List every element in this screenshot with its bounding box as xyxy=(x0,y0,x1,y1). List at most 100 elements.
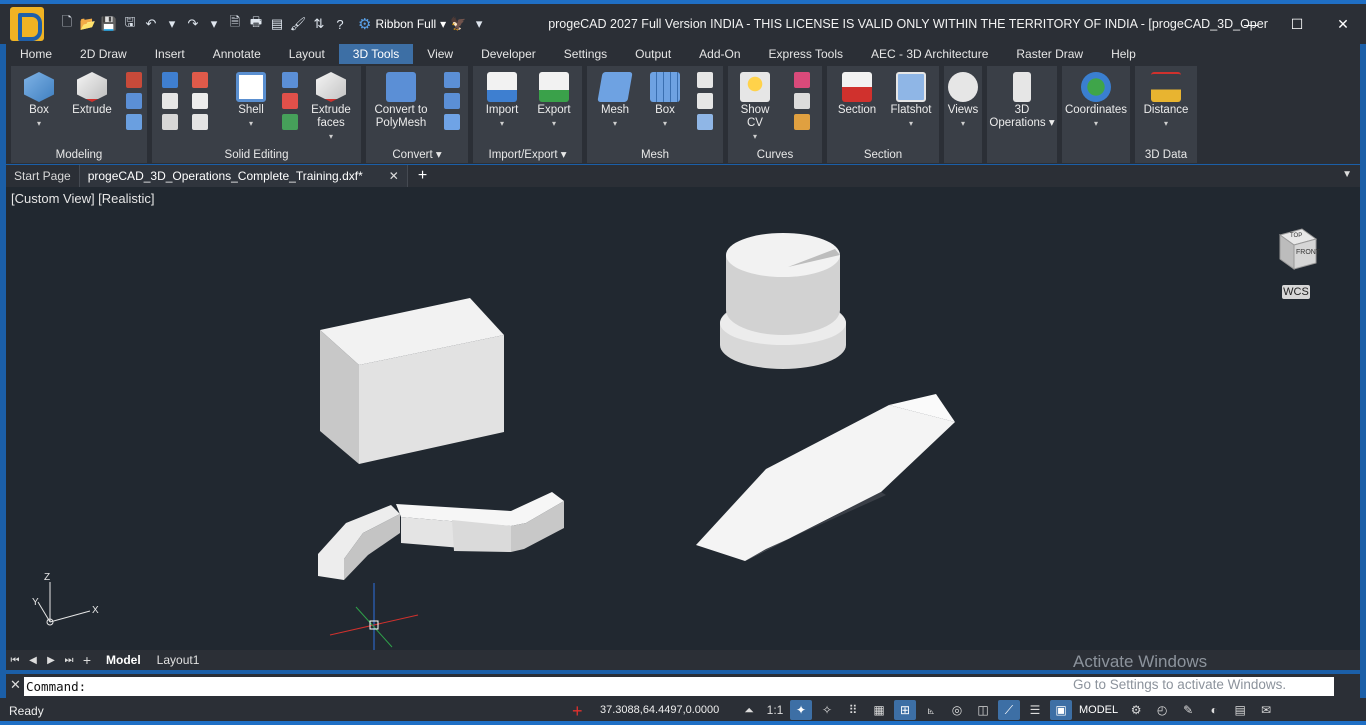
sweep-icon[interactable] xyxy=(126,93,142,109)
tab-insert[interactable]: Insert xyxy=(141,44,199,64)
clean-icon[interactable] xyxy=(282,93,298,109)
tab-layout1[interactable]: Layout1 xyxy=(151,653,206,667)
grid-icon[interactable]: ▦ xyxy=(868,700,890,720)
union-icon[interactable] xyxy=(162,72,178,88)
tab-output[interactable]: Output xyxy=(621,44,685,64)
slice-icon[interactable] xyxy=(192,72,208,88)
add-cv-icon[interactable] xyxy=(794,72,810,88)
isolate-objects-icon[interactable]: ◐ xyxy=(1203,700,1225,720)
convert-solid-icon[interactable] xyxy=(444,72,460,88)
separate-icon[interactable] xyxy=(192,114,208,130)
wcs-menu[interactable]: WCS xyxy=(1282,285,1310,299)
maximize-button[interactable]: ☐ xyxy=(1274,4,1320,44)
annotation-scale-icon[interactable]: ⏶ xyxy=(738,700,760,720)
properties-icon[interactable]: ▤ xyxy=(268,15,286,33)
mesh-refine-icon[interactable] xyxy=(697,93,713,109)
undo-icon[interactable]: ↶ xyxy=(142,15,160,33)
close-button[interactable]: ✕ xyxy=(1320,4,1366,44)
tab-annotate[interactable]: Annotate xyxy=(199,44,275,64)
tab-view[interactable]: View xyxy=(413,44,467,64)
revolve-icon[interactable] xyxy=(126,72,142,88)
flatshot-button[interactable]: Flatshot ▾ xyxy=(885,72,937,130)
quick-properties-icon[interactable]: ▣ xyxy=(1050,700,1072,720)
auto-scale-icon[interactable]: ✦ xyxy=(790,700,812,720)
scale-value[interactable]: 1:1 xyxy=(764,700,786,720)
polar-icon[interactable]: ⦝ xyxy=(920,700,942,720)
intersect-icon[interactable] xyxy=(162,114,178,130)
prev-layout-icon[interactable]: ◀ xyxy=(24,655,42,666)
tab-menu-icon[interactable]: ▼ xyxy=(1342,169,1352,180)
views-button[interactable]: Views ▾ xyxy=(946,72,980,130)
ribbon-mode-selector[interactable]: ⚙ Ribbon Full ▾ xyxy=(358,15,446,33)
customization-icon[interactable]: ▤ xyxy=(1229,700,1251,720)
close-tab-icon[interactable]: ✕ xyxy=(389,169,399,183)
wedge-solid[interactable] xyxy=(696,394,955,561)
new-tab-button[interactable]: + xyxy=(418,167,427,185)
tab-model[interactable]: Model xyxy=(100,653,147,667)
model-space-toggle[interactable]: MODEL xyxy=(1076,704,1121,716)
osnap-icon[interactable]: ◎ xyxy=(946,700,968,720)
3d-operations-button[interactable]: 3D Operations ▾ xyxy=(989,72,1055,130)
tab-home[interactable]: Home xyxy=(6,44,66,64)
open-folder-icon[interactable]: 📂 xyxy=(79,15,97,33)
clock-icon[interactable]: ◴ xyxy=(1151,700,1173,720)
new-file-icon[interactable]: 🗋 xyxy=(58,14,76,33)
tab-drawing-file[interactable]: progeCAD_3D_Operations_Complete_Training… xyxy=(79,165,408,187)
annotation-visibility-icon[interactable]: ✧ xyxy=(816,700,838,720)
mesh-box-button[interactable]: Box ▾ xyxy=(643,72,687,130)
dynamic-ucs-icon[interactable]: ⟋ xyxy=(998,700,1020,720)
subtract-icon[interactable] xyxy=(162,93,178,109)
pen-icon[interactable]: ✎ xyxy=(1177,700,1199,720)
convert-mesh-icon[interactable] xyxy=(444,114,460,130)
brush-icon[interactable]: 🖌 xyxy=(289,15,307,33)
redo-dropdown-icon[interactable]: ▾ xyxy=(205,15,223,33)
convert-surface-icon[interactable] xyxy=(444,93,460,109)
undo-dropdown-icon[interactable]: ▾ xyxy=(163,15,181,33)
panel-title-convert[interactable]: Convert ▾ xyxy=(366,147,468,161)
mesh-smooth-icon[interactable] xyxy=(697,72,713,88)
coordinates-button[interactable]: Coordinates ▾ xyxy=(1064,72,1128,130)
save-as-icon[interactable]: 🖫 xyxy=(121,14,139,33)
extrude-faces-button[interactable]: Extrude faces ▾ xyxy=(304,72,358,143)
loft-icon[interactable] xyxy=(126,114,142,130)
extruded-path-solid[interactable] xyxy=(318,492,564,580)
tab-express-tools[interactable]: Express Tools xyxy=(755,44,857,64)
tab-settings[interactable]: Settings xyxy=(550,44,621,64)
close-command-icon[interactable]: ✕ xyxy=(10,677,21,693)
save-icon[interactable]: 💾 xyxy=(100,15,118,33)
help-icon[interactable]: ? xyxy=(331,15,349,33)
import-button[interactable]: Import ▾ xyxy=(477,72,527,130)
viewcube-front-label[interactable]: FRONT xyxy=(1296,249,1320,256)
tab-add-on[interactable]: Add-On xyxy=(685,44,754,64)
remove-cv-icon[interactable] xyxy=(794,93,810,109)
lineweight-icon[interactable]: ☰ xyxy=(1024,700,1046,720)
otrack-icon[interactable]: ◫ xyxy=(972,700,994,720)
viewcube-top-label[interactable]: TOP xyxy=(1290,233,1302,239)
imprint-icon[interactable] xyxy=(282,72,298,88)
tab-developer[interactable]: Developer xyxy=(467,44,550,64)
tab-layout[interactable]: Layout xyxy=(275,44,339,64)
redo-icon[interactable]: ↷ xyxy=(184,15,202,33)
tab-help[interactable]: Help xyxy=(1097,44,1150,64)
show-cv-button[interactable]: Show CV ▾ xyxy=(732,72,778,143)
preview-icon[interactable]: 🗎 xyxy=(226,14,244,33)
last-layout-icon[interactable]: ⏭ xyxy=(60,655,78,666)
panel-title-import-export[interactable]: Import/Export ▾ xyxy=(473,147,582,161)
tab-aec-3d-architecture[interactable]: AEC - 3D Architecture xyxy=(857,44,1002,64)
ortho-icon[interactable]: ⊞ xyxy=(894,700,916,720)
sort-icon[interactable]: ⇅ xyxy=(310,15,328,33)
print-icon[interactable]: 🖶 xyxy=(247,14,265,33)
tab-2d-draw[interactable]: 2D Draw xyxy=(66,44,141,64)
check-icon[interactable] xyxy=(282,114,298,130)
convert-polymesh-button[interactable]: Convert to PolyMesh xyxy=(370,72,432,130)
shell-button[interactable]: Shell ▾ xyxy=(228,72,274,130)
box-button[interactable]: Box ▾ xyxy=(19,72,59,130)
section-button[interactable]: Section xyxy=(831,72,883,117)
viewcube[interactable]: FRONT TOP xyxy=(1272,225,1322,281)
drawing-viewport[interactable]: [Custom View] [Realistic] Z X Y FRONT TO… xyxy=(6,187,1360,650)
snap-grid-icon[interactable]: ⠿ xyxy=(842,700,864,720)
next-layout-icon[interactable]: ▶ xyxy=(42,655,60,666)
rebuild-icon[interactable] xyxy=(794,114,810,130)
box-solid[interactable] xyxy=(320,298,504,464)
minimize-button[interactable]: — xyxy=(1228,4,1274,44)
